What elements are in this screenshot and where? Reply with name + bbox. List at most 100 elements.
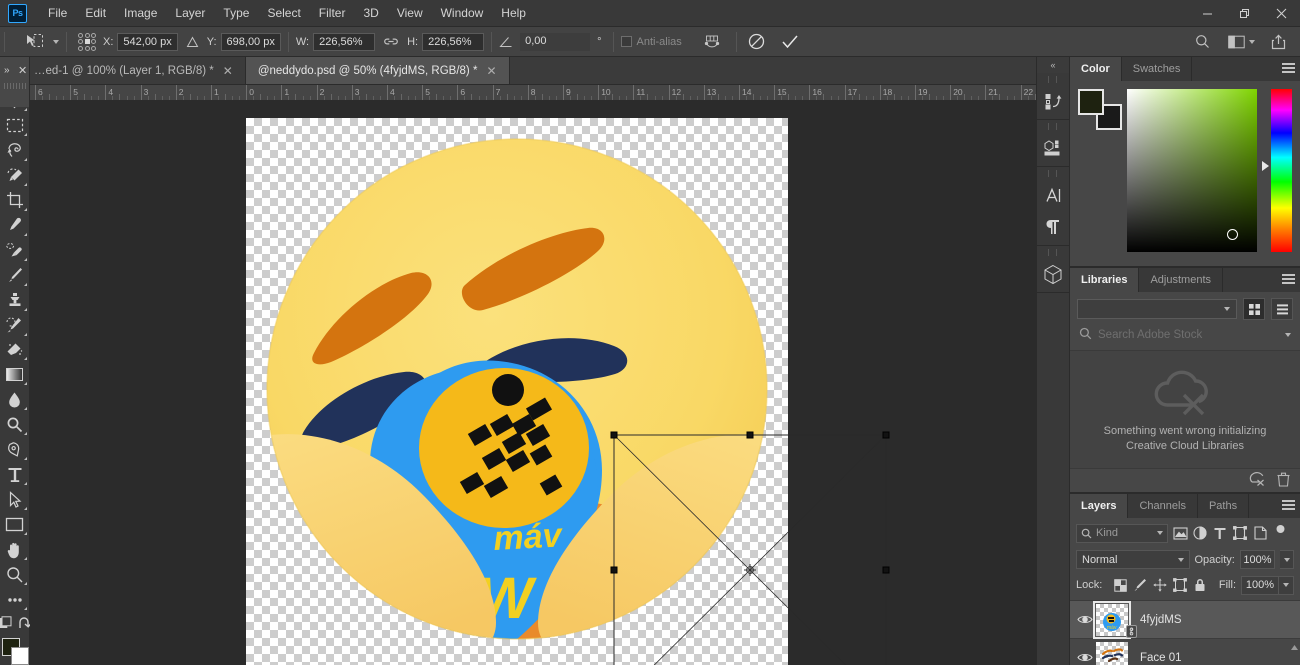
panel-grip[interactable] bbox=[1043, 170, 1063, 177]
tool-preset-chevron-icon[interactable] bbox=[53, 39, 59, 44]
x-input[interactable]: 542,00 px bbox=[117, 32, 178, 51]
3d-panel-icon[interactable] bbox=[1037, 132, 1069, 164]
close-icon[interactable]: ✕ bbox=[223, 64, 233, 78]
opacity-stepper[interactable] bbox=[1280, 550, 1294, 569]
minimize-button[interactable] bbox=[1189, 0, 1226, 27]
lock-artboard-icon[interactable] bbox=[1170, 575, 1190, 595]
3d-object-panel-icon[interactable] bbox=[1037, 258, 1069, 290]
layer-link-badge[interactable] bbox=[1126, 624, 1137, 638]
menu-item-image[interactable]: Image bbox=[115, 2, 166, 24]
color-picker-cursor[interactable] bbox=[1226, 229, 1238, 240]
eye-icon[interactable] bbox=[1074, 652, 1096, 663]
type-filter-icon[interactable] bbox=[1210, 523, 1230, 543]
blur-tool[interactable] bbox=[1, 387, 29, 412]
layer-filter-kind-select[interactable]: Kind bbox=[1076, 523, 1168, 543]
panel-menu-icon[interactable] bbox=[1282, 500, 1295, 511]
quick-mask-icon[interactable] bbox=[0, 616, 13, 634]
dodge-tool[interactable] bbox=[1, 412, 29, 437]
panel-menu-icon[interactable] bbox=[1282, 274, 1295, 285]
menu-item-help[interactable]: Help bbox=[492, 2, 535, 24]
pen-tool[interactable] bbox=[1, 437, 29, 462]
quick-selection-tool[interactable] bbox=[1, 163, 29, 188]
panel-grip[interactable] bbox=[1043, 249, 1063, 256]
warp-icon[interactable] bbox=[702, 32, 722, 52]
path-selection-tool[interactable] bbox=[1, 487, 29, 512]
commit-check-icon[interactable] bbox=[781, 34, 799, 50]
layer-thumbnail[interactable]: máv bbox=[1093, 600, 1137, 639]
trash-icon[interactable] bbox=[1277, 472, 1290, 490]
type-tool[interactable] bbox=[1, 462, 29, 487]
fill-input[interactable]: 100% bbox=[1241, 575, 1279, 595]
chevron-down-icon[interactable] bbox=[1285, 333, 1291, 337]
chevron-down-icon[interactable] bbox=[1224, 307, 1230, 311]
color-panel-swatches[interactable] bbox=[1078, 89, 1122, 130]
h-input[interactable]: 226,56% bbox=[422, 32, 485, 51]
menu-item-select[interactable]: Select bbox=[258, 2, 309, 24]
zoom-tool[interactable] bbox=[1, 562, 29, 587]
tab-adjustments[interactable]: Adjustments bbox=[1139, 268, 1223, 292]
cancel-icon[interactable] bbox=[748, 33, 765, 50]
tab-swatches[interactable]: Swatches bbox=[1121, 57, 1193, 81]
history-panel-icon[interactable] bbox=[1037, 85, 1069, 117]
clone-stamp-tool[interactable] bbox=[1, 288, 29, 313]
color-swatches[interactable] bbox=[1, 638, 29, 665]
panel-grip[interactable] bbox=[1043, 76, 1063, 83]
library-select[interactable] bbox=[1077, 299, 1237, 319]
menu-item-layer[interactable]: Layer bbox=[166, 2, 214, 24]
canvas-area[interactable]: máv W bbox=[30, 101, 1036, 665]
fill-stepper[interactable] bbox=[1279, 575, 1294, 595]
character-panel-icon[interactable] bbox=[1037, 179, 1069, 211]
smartobject-filter-icon[interactable] bbox=[1250, 523, 1270, 543]
active-tool-icon[interactable] bbox=[21, 31, 47, 53]
eraser-tool[interactable] bbox=[1, 338, 29, 363]
chevron-down-icon[interactable] bbox=[1177, 557, 1184, 562]
filter-toggle-icon[interactable] bbox=[1270, 523, 1290, 543]
tab-overflow-arrows-icon[interactable]: » bbox=[4, 65, 10, 76]
lock-image-icon[interactable] bbox=[1130, 575, 1150, 595]
stock-search-input[interactable]: Search Adobe Stock bbox=[1098, 329, 1279, 341]
menu-item-file[interactable]: File bbox=[39, 2, 76, 24]
pixel-filter-icon[interactable] bbox=[1170, 523, 1190, 543]
close-icon[interactable]: ✕ bbox=[18, 64, 27, 77]
menu-item-filter[interactable]: Filter bbox=[310, 2, 355, 24]
tab-paths[interactable]: Paths bbox=[1197, 494, 1250, 518]
layer-thumbnail[interactable] bbox=[1096, 641, 1128, 665]
opacity-input[interactable]: 100% bbox=[1239, 550, 1276, 569]
layer-name[interactable]: Face 01 bbox=[1140, 652, 1182, 664]
artboard-transparent-checkerboard[interactable]: máv W bbox=[246, 118, 890, 665]
antialias-checkbox[interactable] bbox=[620, 36, 632, 47]
sync-error-icon[interactable] bbox=[1248, 472, 1265, 489]
paragraph-panel-icon[interactable] bbox=[1037, 211, 1069, 243]
crop-tool[interactable] bbox=[1, 188, 29, 213]
layer-name[interactable]: 4fyjdMS bbox=[1140, 614, 1182, 626]
close-button[interactable] bbox=[1263, 0, 1300, 27]
hand-tool[interactable] bbox=[1, 537, 29, 562]
angle-input[interactable]: 0,00 bbox=[520, 32, 591, 51]
lock-position-icon[interactable] bbox=[1150, 575, 1170, 595]
background-color-swatch[interactable] bbox=[10, 647, 29, 665]
document-tab-untitled[interactable]: …ed-1 @ 100% (Layer 1, RGB/8) * ✕ bbox=[0, 57, 246, 84]
edit-toolbar-button[interactable] bbox=[1, 587, 29, 612]
share-icon[interactable] bbox=[1271, 34, 1286, 50]
tab-libraries[interactable]: Libraries bbox=[1070, 268, 1140, 292]
reference-point-selector[interactable] bbox=[78, 32, 96, 51]
hue-slider-handle[interactable] bbox=[1261, 161, 1269, 171]
search-icon[interactable] bbox=[1195, 34, 1210, 49]
menu-item-window[interactable]: Window bbox=[432, 2, 493, 24]
stock-search-row[interactable]: Search Adobe Stock bbox=[1070, 324, 1300, 350]
color-picker-field[interactable] bbox=[1126, 89, 1257, 252]
grid-view-icon[interactable] bbox=[1243, 298, 1265, 320]
layers-scrollbar[interactable] bbox=[1290, 642, 1299, 665]
blend-mode-select[interactable]: Normal bbox=[1076, 550, 1190, 569]
eyedropper-tool[interactable] bbox=[1, 213, 29, 238]
foreground-color-swatch[interactable] bbox=[1078, 89, 1104, 115]
list-view-icon[interactable] bbox=[1271, 298, 1293, 320]
panel-grip[interactable] bbox=[1043, 123, 1063, 130]
lock-all-icon[interactable] bbox=[1190, 575, 1210, 595]
tab-color[interactable]: Color bbox=[1070, 57, 1122, 81]
lock-transparency-icon[interactable] bbox=[1110, 575, 1130, 595]
menu-item-view[interactable]: View bbox=[388, 2, 432, 24]
workspace-icon[interactable] bbox=[1228, 35, 1245, 49]
tab-channels[interactable]: Channels bbox=[1128, 494, 1198, 518]
menu-item-edit[interactable]: Edit bbox=[76, 2, 115, 24]
